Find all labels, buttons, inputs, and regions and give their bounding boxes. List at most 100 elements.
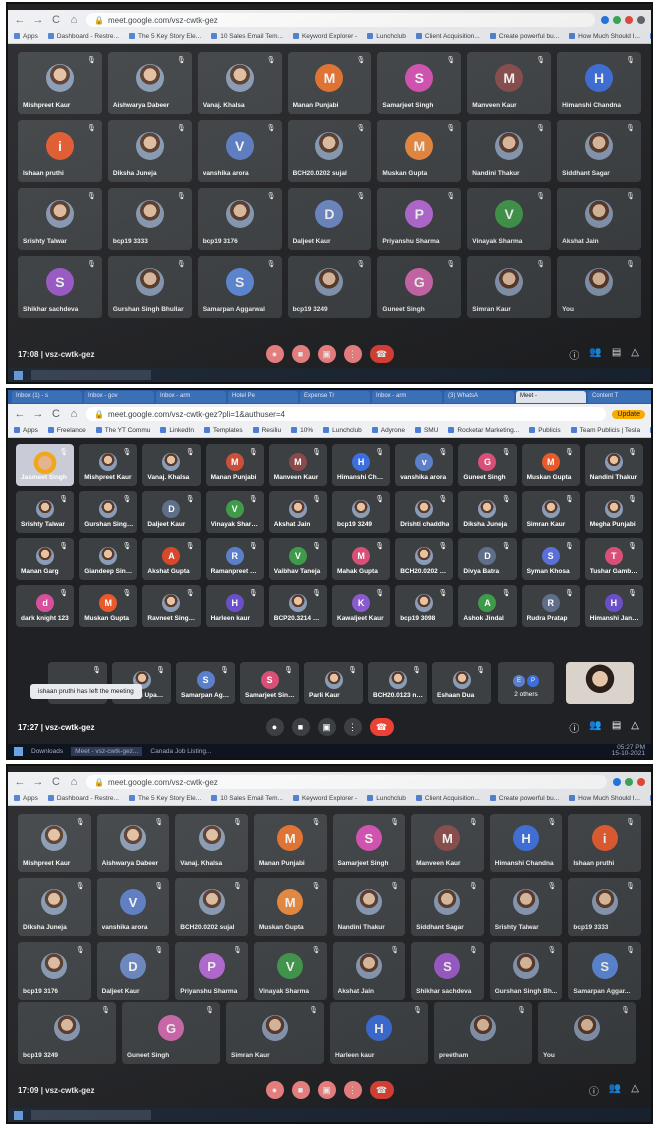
participant-tile[interactable]: 🎙 Megha Punjabi [584, 491, 643, 533]
participant-tile[interactable]: 🎙 Manan Garg [16, 538, 75, 580]
info-icon[interactable]: ⓘ [589, 1083, 599, 1098]
participant-tile[interactable]: 🎙 BCH20.0202 sujal [287, 120, 372, 182]
bookmark-item[interactable]: How Much Should I... [569, 33, 640, 40]
participant-tile[interactable]: 🎙 S Samarpan Agg... [176, 662, 235, 704]
participant-tile[interactable]: 🎙 bcp19 3333 [107, 188, 192, 250]
taskbar-search[interactable] [31, 1110, 151, 1120]
taskbar-app-meet[interactable]: Meet - vsz-cwtk-gez... [71, 746, 143, 756]
participant-tile[interactable]: 🎙 Akshat Jain [268, 491, 327, 533]
bookmark-item[interactable]: The 5 Key Story Ele... [129, 33, 201, 40]
bookmark-item[interactable]: 10% [291, 427, 313, 434]
participant-tile[interactable]: 🎙 Drishti chaddha [395, 491, 454, 533]
participant-tile[interactable]: 🎙 Giandeep Singh [79, 538, 138, 580]
participant-tile[interactable]: 🎙 Aishwarya Dabeer [107, 52, 192, 114]
browser-tab[interactable]: (3) WhatsA [444, 391, 514, 403]
activities-icon[interactable]: △ [631, 347, 639, 362]
participant-tile[interactable]: 🎙 bcp19 3098 [395, 585, 454, 627]
participant-tile[interactable]: 🎙 Vvanshika arora [197, 120, 282, 182]
extension-icon[interactable] [625, 16, 633, 24]
bookmark-item[interactable]: Visa [650, 427, 651, 434]
participant-tile[interactable]: 🎙 M Muskan Gupta [79, 585, 138, 627]
participant-tile[interactable]: 🎙 P Priyanshu Sharma [377, 188, 462, 250]
bookmark-item[interactable]: Create powerful bu... [490, 795, 559, 802]
participant-tile[interactable]: 🎙 Vanaj. Khalsa [142, 444, 201, 486]
participant-tile[interactable]: 🎙 M Manan Punjabi [287, 52, 372, 114]
reload-icon[interactable]: C [50, 14, 62, 26]
participant-tile[interactable]: 🎙 M Manveen Kaur [411, 814, 484, 872]
more-options-icon[interactable]: ⋮ [343, 1081, 362, 1099]
participant-tile[interactable]: 🎙 T Tushar Gambhir [584, 538, 643, 580]
bookmark-item[interactable]: Team Publicis | Tesla [571, 427, 640, 434]
participant-tile[interactable]: 🎙 K Kawaljeet Kaur [332, 585, 391, 627]
people-icon[interactable]: 👥 [589, 347, 601, 362]
back-icon[interactable]: ← [14, 14, 26, 26]
participant-tile[interactable]: 🎙 A Akshat Gupta [142, 538, 201, 580]
participant-tile[interactable]: 🎙 G Guneet Singh [458, 444, 517, 486]
participant-tile[interactable]: 🎙 i Ishaan pruthi [568, 814, 641, 872]
home-icon[interactable]: ⌂ [68, 408, 80, 420]
mic-icon[interactable]: ● [265, 718, 284, 736]
participant-tile[interactable]: 🎙 D Daljeet Kaur [96, 942, 170, 1000]
bookmark-item[interactable]: Adyrone [372, 427, 405, 434]
address-bar[interactable]: 🔒 meet.google.com/vsz-cwtk-gez [86, 13, 595, 27]
participant-tile[interactable]: 🎙 Nandini Thakur [584, 444, 643, 486]
browser-tab[interactable]: Inbox (1) - s [12, 391, 82, 403]
info-icon[interactable]: ⓘ [569, 720, 579, 735]
participant-tile[interactable]: 🎙 Mishpreet Kaur [79, 444, 138, 486]
browser-tab[interactable]: Content T [588, 391, 651, 403]
participant-tile[interactable]: 🎙 P Priyanshu Sharma [175, 942, 248, 1000]
bookmark-item[interactable]: Reading list [650, 795, 651, 802]
people-icon[interactable]: 👥 [589, 720, 601, 735]
participant-tile[interactable]: 🎙 Nandini Thakur [332, 878, 406, 936]
participant-tile[interactable]: 🎙 H Himanshi Chandna [489, 814, 563, 872]
browser-tab[interactable]: Meet - [516, 391, 586, 403]
bookmark-item[interactable]: Resiliu [253, 427, 282, 434]
chat-icon[interactable]: ▤ [612, 347, 621, 362]
bookmark-item[interactable]: SMU [415, 427, 438, 434]
participant-tile[interactable]: 🎙 V Vaibhav Taneja [268, 538, 327, 580]
participant-tile[interactable]: 🎙 S Shikhar sachdeva [411, 942, 484, 1000]
participant-tile[interactable]: 🎙 S Syman Khosa [521, 538, 580, 580]
participant-tile[interactable]: 🎙 S Samarjeet Singh [240, 662, 299, 704]
participant-tile[interactable]: 🎙 BCH20.0202 sujal [175, 878, 248, 936]
participant-tile[interactable]: 🎙 bcp19 3249 [332, 491, 391, 533]
back-icon[interactable]: ← [14, 408, 26, 420]
address-bar[interactable]: 🔒 meet.google.com/vsz-cwtk-gez?pli=1&aut… [86, 407, 607, 421]
browser-tab[interactable]: Inbox - gov [84, 391, 154, 403]
participant-tile[interactable]: 🎙 Gurshan Singh Bhullar [107, 256, 192, 318]
participant-tile[interactable]: 🎙 Simran Kaur [521, 491, 580, 533]
participant-tile[interactable]: 🎙 S Samarjeet Singh [377, 52, 462, 114]
participant-tile[interactable]: 🎙 BCH20.0123 nik... [368, 662, 427, 704]
participant-tile[interactable]: 🎙 Diksha Juneja [107, 120, 192, 182]
bookmark-item[interactable]: LinkedIn [160, 427, 194, 434]
others-tile[interactable]: E P 2 others [498, 662, 554, 704]
participant-tile[interactable]: 🎙 H Himanshi Chan... [332, 444, 391, 486]
participant-tile[interactable]: 🎙 preetham [434, 1002, 532, 1064]
participant-tile[interactable]: 🎙 M Muskan Gupta [521, 444, 580, 486]
participant-tile[interactable]: 🎙 M Manveen Kaur [467, 52, 552, 114]
participant-tile[interactable]: 🎙 Mishpreet Kaur [18, 814, 91, 872]
present-icon[interactable]: ▣ [317, 718, 336, 736]
present-icon[interactable]: ▣ [317, 345, 336, 363]
participant-tile[interactable]: 🎙 Mishpreet Kaur [18, 52, 102, 114]
participant-tile[interactable]: 🎙 Nandini Thakur [467, 120, 552, 182]
participant-tile[interactable]: 🎙 M Mahak Gupta [332, 538, 391, 580]
participant-tile[interactable]: 🎙 Vvanshika arora [96, 878, 170, 936]
participant-tile[interactable]: 🎙 Diksha Juneja [18, 878, 91, 936]
participant-tile[interactable]: 🎙 bcp19 3176 [18, 942, 91, 1000]
more-options-icon[interactable]: ⋮ [343, 345, 362, 363]
bookmark-item[interactable]: Publicis [529, 427, 560, 434]
back-icon[interactable]: ← [14, 776, 26, 788]
participant-tile[interactable]: 🎙 bcp19 3176 [197, 188, 282, 250]
browser-tab[interactable]: Hotel Pe [228, 391, 298, 403]
extension-icon[interactable] [625, 778, 633, 786]
participant-tile[interactable]: 🎙 BCH20.0202 su... [395, 538, 454, 580]
mic-icon[interactable]: ● [265, 345, 284, 363]
camera-icon[interactable]: ■ [291, 345, 310, 363]
participant-tile[interactable]: 🎙 Jasmeet Singh [16, 444, 75, 486]
info-icon[interactable]: ⓘ [569, 347, 579, 362]
present-icon[interactable]: ▣ [317, 1081, 336, 1099]
participant-tile[interactable]: 🎙 Vanaj. Khalsa [197, 52, 282, 114]
participant-tile[interactable]: 🎙 d dark knight 123 [16, 585, 75, 627]
bookmark-item[interactable]: 10 Sales Email Tem... [211, 795, 283, 802]
